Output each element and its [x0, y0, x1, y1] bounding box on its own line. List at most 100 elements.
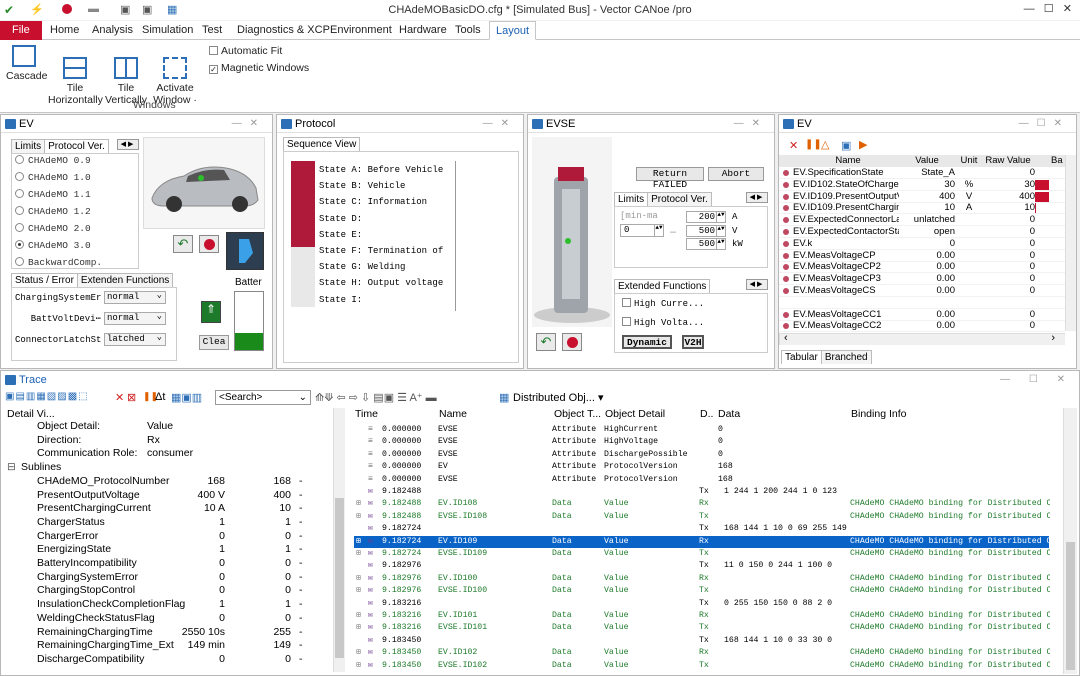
tab-status-error[interactable]: Status / Error — [11, 273, 78, 287]
trace-row[interactable]: ✉ 9.183450 Tx 168 144 1 10 0 33 30 0 — [354, 635, 1049, 647]
col-raw[interactable]: Raw Value — [983, 155, 1033, 167]
play-icon[interactable]: ▶ — [859, 138, 867, 151]
horizontal-scrollbar[interactable]: ‹ › — [779, 332, 1065, 345]
col-data[interactable]: Data — [718, 408, 740, 420]
table-row[interactable]: EV.SpecificationState State_A 0 — [779, 167, 1065, 179]
cascade-button[interactable]: Cascade — [6, 45, 47, 82]
clear-button[interactable]: Clea — [199, 335, 229, 350]
detail-row[interactable]: PresentChargingCurrent 10 A 10- — [7, 502, 327, 516]
col-bar[interactable]: Ba — [1051, 155, 1065, 167]
tab-scroll-arrows[interactable]: ◀▶ — [746, 192, 768, 203]
activate-window-button[interactable]: Activate Window · — [152, 45, 198, 106]
protocol-version-radio[interactable]: BackwardComp. — [15, 257, 102, 268]
tab-branched[interactable]: Branched — [820, 350, 872, 364]
expand-icon[interactable]: ⊞ — [356, 610, 361, 622]
detail-row[interactable]: ⊟ Sublines — [7, 461, 327, 475]
trace-row[interactable]: ⊞ ✉ 9.182488 EV.ID108 Data Value Rx CHAdeMO CHA… — [354, 498, 1050, 510]
automatic-fit-checkbox[interactable]: Automatic Fit — [209, 45, 282, 57]
plug-in-button[interactable]: ↶ — [173, 235, 193, 253]
detail-row[interactable]: ChargerStatus 1 1- — [7, 516, 327, 530]
col-time[interactable]: Time — [355, 408, 378, 420]
trace-row[interactable]: ✉ 9.183216 Tx 0 255 150 150 0 88 2 0 — [354, 598, 1049, 610]
tile-horizontally-button[interactable]: Tile Horizontally — [48, 45, 103, 106]
menu-diagnostics[interactable]: Diagnostics & XCP — [231, 21, 336, 40]
expand-icon[interactable]: ⊞ — [356, 585, 361, 597]
window-controls[interactable]: — ☐ ✕ — [1024, 2, 1072, 15]
trace-row[interactable]: ⊞ ✉ 9.183450 EVSE.ID102 Data Value Tx CHAdeMO C… — [354, 660, 1050, 672]
menu-file[interactable]: File — [0, 21, 42, 40]
spinner-icon[interactable]: ▲▼ — [716, 225, 725, 236]
protocol-version-radio[interactable]: CHAdeMO 0.9 — [15, 155, 91, 166]
trace-scrollbar[interactable] — [1063, 408, 1077, 674]
detail-row[interactable]: RemainingChargingTime 2550 10s 255- — [7, 626, 327, 640]
col-direction[interactable]: D.. — [700, 408, 713, 420]
trace-row[interactable]: ⊞ ✉ 9.182976 EVSE.ID100 Data Value Tx CHAdeMO C… — [354, 585, 1050, 597]
clear-icon[interactable]: ⊠ — [127, 391, 136, 404]
tab-tabular[interactable]: Tabular — [781, 350, 822, 364]
status-select[interactable]: normal — [104, 290, 166, 304]
stop-button[interactable] — [199, 235, 219, 253]
col-unit[interactable]: Unit — [957, 155, 981, 167]
tab-protocol-ver[interactable]: Protocol Ver. — [44, 139, 109, 153]
tab-scroll-arrows[interactable]: ◀▶ — [746, 279, 768, 290]
menu-home[interactable]: Home — [44, 21, 85, 40]
table-row[interactable]: EV.ID109.PresentOutputV... 400 V 400 — [779, 191, 1065, 203]
trace-row[interactable]: ≡ 0.000000 EVSE Attribute ProtocolVersion 168 — [354, 474, 1049, 486]
col-object-detail[interactable]: Object Detail — [605, 408, 665, 420]
menu-layout[interactable]: Layout — [489, 21, 537, 40]
search-nav-icons[interactable]: ⟰⟱ ⇦ ⇨ ⇩ ▤▣ ☰ A⁺ ▬ — [315, 391, 437, 404]
tab-sequence-view[interactable]: Sequence View — [283, 137, 361, 151]
expand-icon[interactable]: ⊞ — [356, 647, 361, 659]
delete-icon[interactable]: ✕ — [115, 391, 124, 404]
window-controls[interactable]: —✕ — [483, 115, 517, 133]
expand-icon[interactable]: ⊞ — [356, 548, 361, 560]
detail-row[interactable]: InsulationCheckCompletionFlag 1 1- — [7, 598, 327, 612]
detail-row[interactable]: Direction: Rx — [7, 434, 327, 448]
detail-row[interactable]: RemainingChargingTime_Ext 149 min 149- — [7, 639, 327, 653]
detail-row[interactable]: EnergizingState 1 1- — [7, 543, 327, 557]
delete-icon[interactable]: ✕ — [789, 139, 798, 152]
protocol-version-radio[interactable]: CHAdeMO 1.0 — [15, 172, 91, 183]
detail-row[interactable]: BatteryIncompatibility 0 0- — [7, 557, 327, 571]
search-input[interactable]: <Search> ⌄ — [215, 390, 311, 405]
limit-input[interactable]: 500 ▲▼ — [686, 224, 726, 237]
protocol-version-radio[interactable]: CHAdeMO 2.0 — [15, 223, 91, 234]
tab-limits[interactable]: Limits — [614, 192, 649, 206]
distributed-objects-dropdown[interactable]: Distributed Obj... ▾ — [513, 391, 604, 404]
pause-icon[interactable]: ❚❚ — [805, 139, 822, 150]
up-button[interactable]: ⇑ — [201, 301, 221, 323]
trace-row[interactable]: ≡ 0.000000 EVSE Attribute HighCurrent 0 — [354, 424, 1049, 436]
menu-analysis[interactable]: Analysis — [86, 21, 139, 40]
vertical-scrollbar[interactable] — [1065, 155, 1076, 331]
abort-button[interactable]: Abort — [708, 167, 764, 181]
spinner-icon[interactable]: ▲▼ — [716, 212, 725, 222]
window-controls[interactable]: —✕ — [232, 115, 266, 133]
magnetic-windows-checkbox[interactable]: ✓ Magnetic Windows — [209, 62, 309, 74]
tab-extended-functions[interactable]: Extenden Functions — [76, 273, 174, 287]
table-row[interactable] — [779, 297, 1065, 309]
table-row[interactable]: EV.ID102.StateOfCharge 30% 30 — [779, 179, 1065, 191]
expand-icon[interactable]: ⊞ — [356, 573, 361, 585]
table-row[interactable]: EV.ExpectedContactorState open 0 — [779, 226, 1065, 238]
tab-extended-functions[interactable]: Extended Functions — [614, 279, 711, 293]
detail-row[interactable]: CHAdeMO_ProtocolNumber 168 168- — [7, 475, 327, 489]
trace-row[interactable]: ✉ 9.182724 Tx 168 144 1 10 0 69 255 149 — [354, 523, 1049, 535]
high-voltage-checkbox[interactable]: High Volta... — [622, 317, 704, 328]
col-object-type[interactable]: Object T... — [554, 408, 601, 420]
dynamic-button[interactable]: Dynamic — [622, 335, 672, 349]
spinner-icon[interactable]: ▲▼ — [716, 239, 725, 249]
detail-row[interactable]: DischargeCompatibility 0 0- — [7, 653, 327, 667]
expand-icon[interactable]: ⊞ — [356, 660, 361, 672]
min-input[interactable]: 0 ▲▼ — [620, 224, 664, 237]
columns-icon[interactable]: ▦▣▥ — [171, 391, 202, 404]
expand-icon[interactable]: ⊞ — [356, 498, 361, 510]
table-row[interactable]: EV.MeasVoltageCP3 0.00 0 — [779, 273, 1065, 286]
expand-icon[interactable]: ⊞ — [356, 622, 361, 634]
trace-row[interactable]: ≡ 0.000000 EVSE Attribute HighVoltage 0 — [354, 436, 1049, 448]
trace-row[interactable]: ⊞ ✉ 9.182724 EVSE.ID109 Data Value Tx CHAdeMO C… — [354, 548, 1050, 560]
v2h-button[interactable]: V2H — [682, 335, 704, 349]
connector-icon[interactable] — [226, 232, 264, 270]
col-name[interactable]: Name — [783, 155, 913, 167]
menu-tools[interactable]: Tools — [449, 21, 487, 40]
window-controls[interactable]: —✕ — [734, 115, 768, 133]
